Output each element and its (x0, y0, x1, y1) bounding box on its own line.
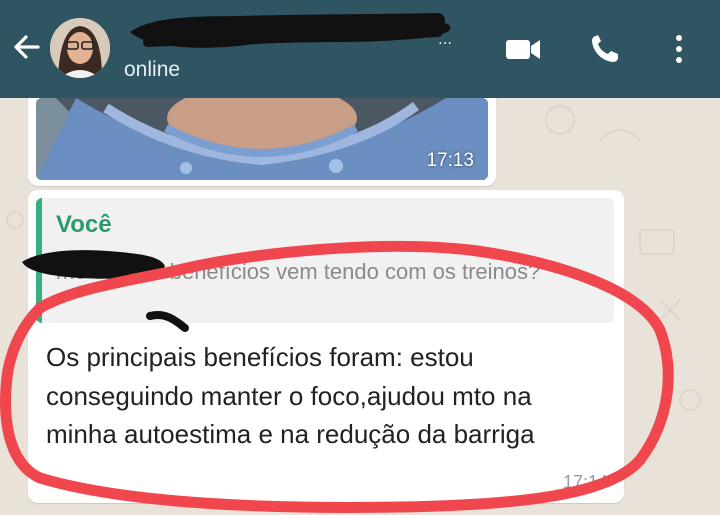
quoted-text: me diz que benefícios vem tendo com os t… (56, 259, 541, 284)
message-time: 17:13 (426, 150, 474, 171)
contact-status: online (124, 58, 181, 81)
message-text: Os principais benefícios foram: estou co… (46, 342, 535, 449)
quote-accent-bar (36, 198, 42, 323)
video-call-icon[interactable] (503, 32, 543, 66)
avatar[interactable] (50, 18, 110, 78)
quoted-message[interactable]: Você me diz que benefícios vem tendo com… (36, 198, 614, 323)
more-options-icon[interactable] (662, 32, 696, 66)
phone-icon[interactable] (586, 32, 626, 66)
avatar-photo (50, 18, 110, 78)
message-time: 17:14 (562, 472, 608, 492)
quoted-author: Você (56, 211, 112, 238)
svg-text:…: … (438, 32, 452, 48)
chat-header: … online (0, 0, 720, 98)
image-thumbnail[interactable] (36, 98, 488, 180)
contact-name-redacted[interactable]: … (118, 10, 463, 54)
text-message-bubble[interactable]: Você me diz que benefícios vem tendo com… (28, 190, 624, 503)
photo-content (36, 98, 488, 180)
back-arrow-icon[interactable] (10, 30, 44, 64)
